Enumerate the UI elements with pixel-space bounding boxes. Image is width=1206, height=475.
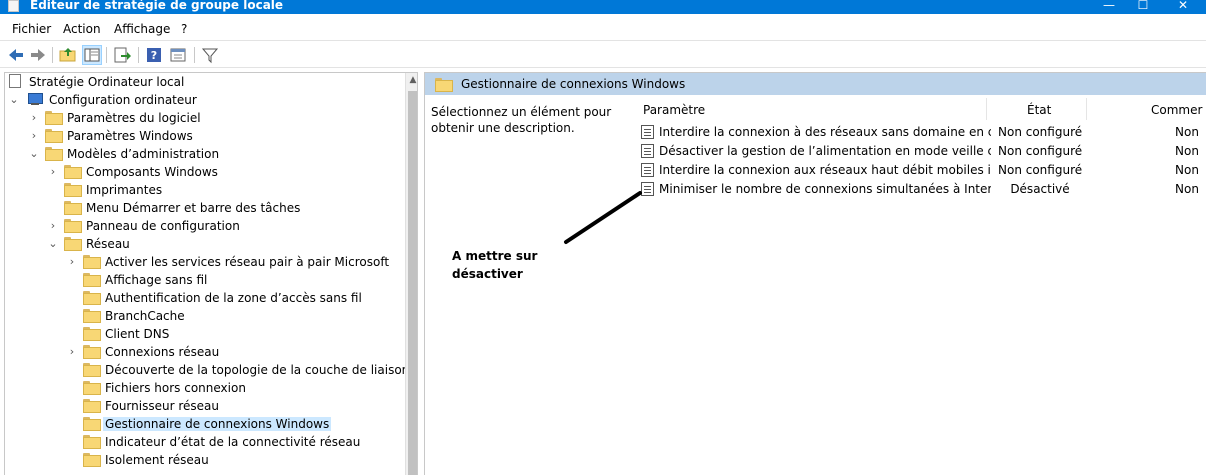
annotation-note: A mettre sur désactiver: [452, 247, 572, 283]
annotation-line-2: désactiver: [452, 267, 523, 281]
annotation-line-1: A mettre sur: [452, 249, 538, 263]
annotation-arrow-line: [564, 191, 642, 244]
